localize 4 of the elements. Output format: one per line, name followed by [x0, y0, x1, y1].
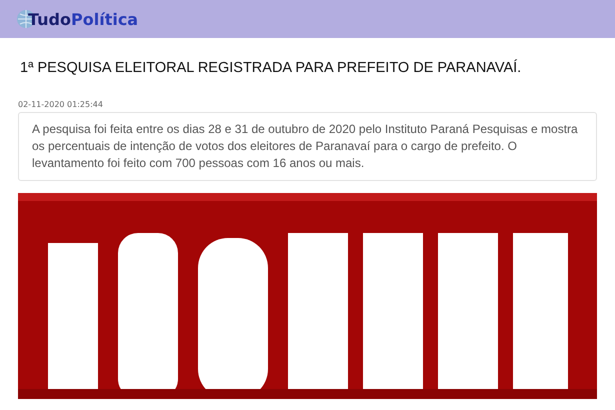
timestamp: 02-11-2020 01:25:44	[18, 100, 104, 109]
summary-text: A pesquisa foi feita entre os dias 28 e 31 de outubro de 2020 pelo Instituto Paraná Pesquisas e mostra os percentuais de intenção de votos dos eleitores de Paranavaí para o cargo de prefeito. O levantamento foi feito com 700 pessoas com 16 anos ou mais.	[32, 121, 579, 172]
site-logo[interactable]: TudoPolítica	[28, 10, 138, 28]
article-title: 1ª PESQUISA ELEITORAL REGISTRADA PARA PREFEITO DE PARANAVAÍ.	[20, 60, 522, 76]
